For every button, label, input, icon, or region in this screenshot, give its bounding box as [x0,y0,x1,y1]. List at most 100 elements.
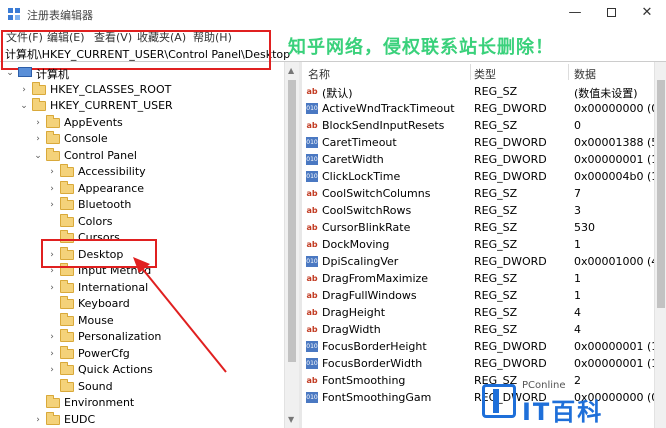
expand-arrow-icon[interactable] [47,381,57,393]
tree-item-label: International [78,280,149,294]
tree-item[interactable]: › HKEY_CLASSES_ROOT [0,81,284,98]
value-name: FocusBorderHeight [322,340,427,353]
expand-arrow-icon[interactable]: › [33,133,43,145]
column-separator[interactable] [568,64,569,80]
expand-arrow-icon[interactable]: › [33,117,43,129]
folder-icon [60,312,74,326]
expand-arrow-icon[interactable] [33,397,43,409]
value-data: 0x000004b0 (12 [574,170,654,183]
expand-arrow-icon[interactable]: › [33,414,43,426]
value-name: CursorBlinkRate [322,221,411,234]
tree-item-label: Colors [78,214,113,228]
value-row[interactable]: 010 CaretWidth REG_DWORD 0x00000001 (1) [302,151,654,168]
tree-item[interactable]: › Bluetooth [0,197,284,213]
column-name-header[interactable]: 名称 [308,66,330,82]
tree-item[interactable]: Sound [0,378,284,395]
value-name: FontSmoothing [322,374,406,387]
value-row[interactable]: 010 FocusBorderHeight REG_DWORD 0x00000001 … [302,338,654,355]
expand-arrow-icon[interactable]: › [47,183,57,195]
expand-arrow-icon[interactable] [47,298,57,310]
watermark-text: 知乎网络，侵权联系站长删除！ [288,37,554,58]
maximize-button[interactable] [596,3,626,23]
expand-arrow-icon[interactable]: › [47,364,57,376]
value-name: FontSmoothingGam [322,391,432,404]
dword-value-icon: 010 [306,171,318,182]
expand-arrow-icon[interactable]: › [47,348,57,360]
expand-arrow-icon[interactable]: › [47,282,57,294]
value-data: 0x00001000 (40 [574,255,654,268]
values-scroll-thumb[interactable] [657,80,665,308]
scroll-up-icon[interactable]: ▲ [288,66,294,75]
minimize-button[interactable]: — [560,3,590,23]
value-row[interactable]: ab DragFullWindows REG_SZ 1 [302,287,654,304]
expand-arrow-icon[interactable]: › [47,199,57,211]
tree-item[interactable]: › Appearance [0,180,284,197]
expand-arrow-icon[interactable]: › [47,166,57,178]
tree-scroll-thumb[interactable] [288,80,296,362]
column-type-header[interactable]: 类型 [474,66,496,82]
string-value-icon: ab [306,308,318,317]
folder-icon [60,213,74,227]
value-row[interactable]: ab CursorBlinkRate REG_SZ 530 [302,219,654,236]
value-row[interactable]: ab DockMoving REG_SZ 1 [302,236,654,253]
value-data: (数值未设置) [574,87,638,100]
expand-arrow-icon[interactable] [47,315,57,327]
collapse-arrow-icon[interactable]: ⌄ [33,150,43,162]
folder-icon [46,147,60,161]
tree-item-label: Accessibility [78,165,146,178]
tree-item[interactable]: Colors [0,213,284,230]
folder-icon [46,411,60,425]
value-row[interactable]: 010 DpiScalingVer REG_DWORD 0x00001000 (40 [302,253,654,270]
value-row[interactable]: ab CoolSwitchRows REG_SZ 3 [302,202,654,219]
value-row[interactable]: 010 ActiveWndTrackTimeout REG_DWORD 0x00000… [302,100,654,117]
tree-item-label: Mouse [78,313,114,327]
tree-item[interactable]: Environment [0,395,284,411]
dword-value-icon: 010 [306,358,318,369]
value-name: FocusBorderWidth [322,357,423,370]
tree-item[interactable]: › EUDC [0,411,284,428]
collapse-arrow-icon[interactable]: ⌄ [5,67,15,79]
value-type: REG_DWORD [474,340,547,353]
value-row[interactable]: ab BlockSendInputResets REG_SZ 0 [302,117,654,134]
tree-item[interactable]: › PowerCfg [0,345,284,362]
collapse-arrow-icon[interactable]: ⌄ [19,100,29,112]
tree-item[interactable]: › Accessibility [0,164,284,180]
column-data-header[interactable]: 数据 [574,66,596,82]
expand-arrow-icon[interactable] [47,216,57,228]
tree-item[interactable]: ⌄ 计算机 [0,65,284,81]
tree-item[interactable]: › AppEvents [0,114,284,131]
tree-item[interactable]: Mouse [0,312,284,329]
scroll-down-icon[interactable]: ▼ [288,415,294,424]
tree-item[interactable]: Keyboard [0,296,284,312]
value-type: REG_SZ [474,289,518,302]
string-value-icon: ab [306,240,318,249]
tree-scrollbar[interactable]: ▲ ▼ [284,62,299,428]
tree-item[interactable]: › International [0,279,284,296]
value-data: 4 [574,323,581,336]
tree-item[interactable]: › Personalization [0,329,284,345]
dword-value-icon: 010 [306,137,318,148]
value-row[interactable]: 010 FocusBorderWidth REG_DWORD 0x00000001 (… [302,355,654,372]
column-separator[interactable] [470,64,471,80]
value-row[interactable]: ab CoolSwitchColumns REG_SZ 7 [302,185,654,202]
value-type: REG_DWORD [474,153,547,166]
tree-item[interactable]: ⌄ Control Panel [0,147,284,164]
value-row[interactable]: ab DragHeight REG_SZ 4 [302,304,654,321]
value-name: DragWidth [322,323,381,336]
close-button[interactable]: ✕ [632,3,662,23]
expand-arrow-icon[interactable]: › [19,84,29,96]
tree-item[interactable]: ⌄ HKEY_CURRENT_USER [0,98,284,114]
tree-item[interactable]: › Console [0,131,284,147]
tree-item-label: AppEvents [64,115,123,129]
value-row[interactable]: 010 CaretTimeout REG_DWORD 0x00001388 (50 [302,134,654,151]
value-row[interactable]: ab DragWidth REG_SZ 4 [302,321,654,338]
tree-item[interactable]: › Quick Actions [0,362,284,378]
value-row[interactable]: 010 ClickLockTime REG_DWORD 0x000004b0 (12 [302,168,654,185]
tree-item-label: 计算机 [36,68,69,81]
expand-arrow-icon[interactable]: › [47,331,57,343]
value-data: 3 [574,204,581,217]
values-scrollbar[interactable] [654,62,666,428]
title-bar: 注册表编辑器 — ✕ [0,0,666,28]
value-row[interactable]: ab DragFromMaximize REG_SZ 1 [302,270,654,287]
value-row[interactable]: ab (默认) REG_SZ (数值未设置) [302,83,654,100]
